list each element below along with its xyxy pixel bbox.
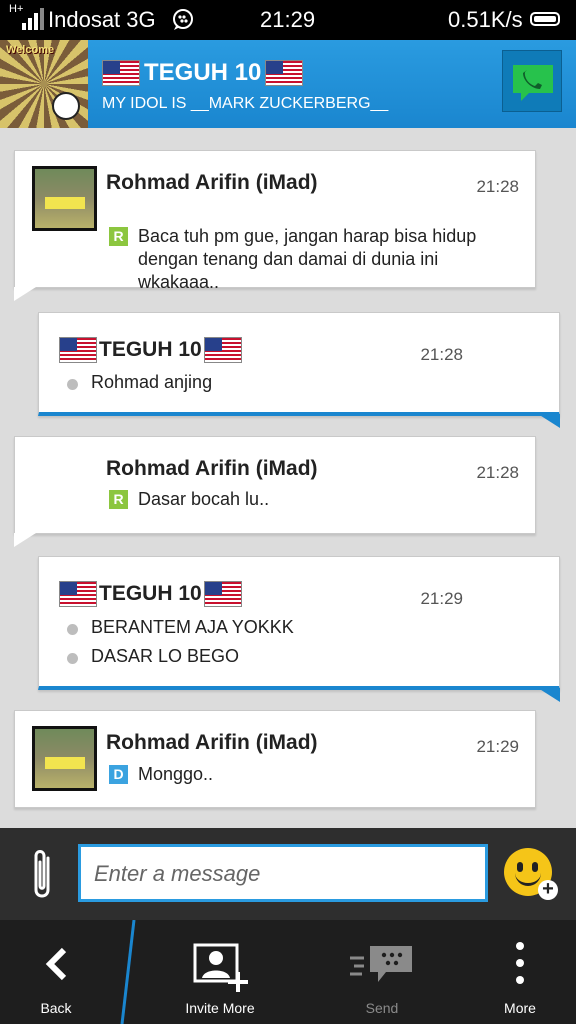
contact-avatar[interactable]: Welcome xyxy=(0,40,88,128)
contact-status-message: MY IDOL IS __MARK ZUCKERBERG__ xyxy=(102,95,389,112)
bullet-icon xyxy=(67,624,78,635)
clock: 21:29 xyxy=(260,7,316,32)
voice-call-button[interactable] xyxy=(502,50,562,112)
action-bar: Back Invite More Send More xyxy=(0,920,576,1024)
back-button[interactable]: Back xyxy=(0,920,112,1024)
invite-more-button[interactable]: Invite More xyxy=(160,920,280,1024)
send-label: Send xyxy=(365,1000,399,1016)
bubble-tail xyxy=(538,414,560,428)
send-button[interactable]: Send xyxy=(322,920,442,1024)
status-bar: H+ Indosat 3G 21:29 0.51K/s xyxy=(0,0,576,40)
add-icon: + xyxy=(538,879,558,900)
sender-name: TEGUH 10 xyxy=(99,338,202,361)
more-label: More xyxy=(504,1000,536,1016)
bullet-icon xyxy=(67,653,78,664)
network-speed: 0.51K/s xyxy=(448,7,523,32)
us-flag-icon xyxy=(102,59,140,86)
bubble-tail xyxy=(538,688,560,702)
back-label: Back xyxy=(40,1000,72,1016)
message-text: Dasar bocah lu.. xyxy=(138,489,270,509)
signal-icon xyxy=(22,8,44,30)
sender-title: TEGUH 10 xyxy=(59,581,242,607)
us-flag-icon xyxy=(59,581,97,607)
message-time: 21:29 xyxy=(476,737,519,756)
sender-avatar[interactable] xyxy=(32,726,97,791)
message-time: 21:29 xyxy=(420,589,463,608)
message-bubble-outgoing[interactable]: TEGUH 10 21:29 BERANTEM AJA YOKKK DASAR … xyxy=(38,556,560,702)
read-status-icon: R xyxy=(109,227,128,246)
us-flag-icon xyxy=(265,59,304,86)
overflow-menu-icon xyxy=(516,942,524,984)
message-text: Monggo.. xyxy=(138,764,214,784)
bbm-send-icon xyxy=(350,946,412,982)
chevron-left-icon xyxy=(45,947,67,981)
message-input[interactable]: Enter a message xyxy=(78,844,488,902)
sender-name: Rohmad Arifin (iMad) xyxy=(106,171,318,194)
sender-avatar[interactable] xyxy=(32,166,97,231)
add-contact-icon xyxy=(193,943,248,992)
sender-title: TEGUH 10 xyxy=(59,337,242,363)
message-text: Baca tuh pm gue, jangan harap bisa hidup xyxy=(138,226,477,246)
paperclip-icon[interactable] xyxy=(26,846,58,904)
message-bubble-outgoing[interactable]: TEGUH 10 21:28 Rohmad anjing xyxy=(38,312,560,428)
message-bubble-incoming[interactable]: Rohmad Arifin (iMad) 21:28 R Baca tuh pm… xyxy=(14,150,536,301)
phone-icon xyxy=(513,65,553,101)
message-time: 21:28 xyxy=(476,463,519,482)
message-text: wkakaaa.. xyxy=(138,272,220,292)
sender-name: TEGUH 10 xyxy=(99,582,202,605)
us-flag-icon xyxy=(203,581,242,607)
invite-more-label: Invite More xyxy=(185,1000,255,1016)
more-button[interactable]: More xyxy=(470,920,570,1024)
contact-title[interactable]: TEGUH 10 xyxy=(102,58,304,87)
message-text: dengan tenang dan damai di dunia ini xyxy=(138,249,439,269)
message-text: Rohmad anjing xyxy=(91,372,213,392)
us-flag-icon xyxy=(59,337,97,363)
carrier-name: Indosat 3G xyxy=(48,7,156,32)
contact-name: TEGUH 10 xyxy=(144,58,262,86)
message-time: 21:28 xyxy=(420,345,463,364)
message-text: BERANTEM AJA YOKKK xyxy=(91,617,294,637)
bubble-tail xyxy=(14,533,36,547)
sender-name: Rohmad Arifin (iMad) xyxy=(106,457,318,480)
battery-icon xyxy=(530,12,560,26)
message-composer: Enter a message + xyxy=(0,828,576,920)
bubble-tail xyxy=(14,287,36,301)
message-bubble-incoming[interactable]: Rohmad Arifin (iMad) 21:29 D Monggo.. xyxy=(14,710,536,808)
message-list[interactable]: Rohmad Arifin (iMad) 21:28 R Baca tuh pm… xyxy=(0,128,576,828)
message-bubble-incoming[interactable]: Rohmad Arifin (iMad) 21:28 R Dasar bocah… xyxy=(14,436,536,547)
divider xyxy=(120,920,136,1024)
message-time: 21:28 xyxy=(476,177,519,196)
delivered-status-icon: D xyxy=(109,765,128,784)
avatar-caption: Welcome xyxy=(6,44,55,56)
soccer-ball-icon xyxy=(52,92,80,120)
chat-header[interactable]: Welcome TEGUH 10 MY IDOL IS __MARK ZUCKE… xyxy=(0,40,576,128)
read-status-icon: R xyxy=(109,490,128,509)
bbm-notification-icon xyxy=(173,9,193,30)
message-text: DASAR LO BEGO xyxy=(91,646,240,666)
us-flag-icon xyxy=(203,337,242,363)
bullet-icon xyxy=(67,379,78,390)
emoticon-picker-button[interactable]: + xyxy=(504,848,558,900)
sender-name: Rohmad Arifin (iMad) xyxy=(106,731,318,754)
